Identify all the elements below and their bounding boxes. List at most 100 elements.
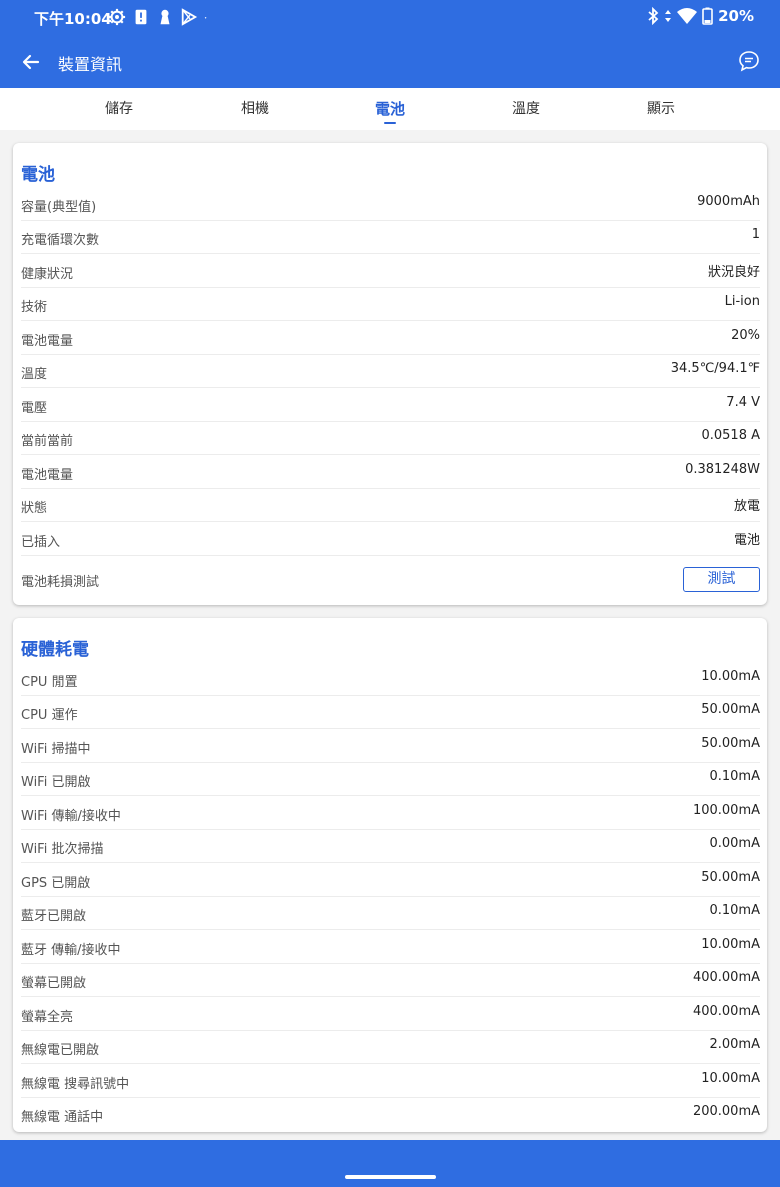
row-label: 充電循環次數 xyxy=(21,233,100,248)
battery-row-level: 電池電量 20% xyxy=(21,322,760,355)
row-label: 電壓 xyxy=(21,401,48,416)
battery-row-voltage: 電壓 7.4 V xyxy=(21,389,760,422)
status-bar: 下午10:04 20% xyxy=(0,0,780,36)
notification-icons xyxy=(108,7,212,27)
row-value: 0.381248W xyxy=(685,462,760,477)
data-activity-icon xyxy=(665,10,672,22)
row-label: 當前當前 xyxy=(21,434,74,449)
settings-gear-icon xyxy=(108,8,126,26)
tab-storage[interactable]: 儲存 xyxy=(105,88,133,130)
battery-row-wear-test: 電池耗損測試 測試 xyxy=(21,563,760,596)
row-value: 400.00mA xyxy=(692,970,760,985)
row-value: 0.0518 A xyxy=(701,428,760,443)
row-value: 放電 xyxy=(733,499,760,514)
row-label: 藍牙已開啟 xyxy=(21,909,87,924)
row-label: 已插入 xyxy=(21,535,61,550)
row-value: 9000mAh xyxy=(697,194,760,209)
row-value: 100.00mA xyxy=(692,803,760,818)
battery-test-button[interactable]: 測試 xyxy=(683,567,760,592)
row-value: 0.10mA xyxy=(709,903,760,918)
row-label: 螢幕全亮 xyxy=(21,1010,74,1025)
keyhole-icon xyxy=(160,9,170,25)
more-notifications-dot-icon xyxy=(204,17,207,19)
row-value: 10.00mA xyxy=(701,1071,760,1086)
hardware-row-wifi-transfer: WiFi 傳輸/接收中 100.00mA xyxy=(21,797,760,830)
row-label: 健康狀況 xyxy=(21,267,74,282)
row-value: 50.00mA xyxy=(701,702,760,717)
hardware-row-radio-on: 無線電已開啟 2.00mA xyxy=(21,1031,760,1064)
battery-card: 電池 容量(典型值) 9000mAh 充電循環次數 1 健康狀況 狀況良好 技術… xyxy=(13,143,767,605)
hardware-row-cpu-active: CPU 運作 50.00mA xyxy=(21,696,760,729)
row-label: 無線電 搜尋訊號中 xyxy=(21,1077,130,1092)
hardware-power-card: 硬體耗電 CPU 閒置 10.00mA CPU 運作 50.00mA WiFi … xyxy=(13,618,767,1132)
tab-bar: 儲存 相機 電池 溫度 顯示 xyxy=(0,88,780,130)
row-label: 無線電 通話中 xyxy=(21,1110,104,1125)
row-value: 400.00mA xyxy=(692,1004,760,1019)
bluetooth-icon xyxy=(648,7,659,25)
row-label: 電池耗損測試 xyxy=(21,575,100,590)
row-value: 34.5℃/94.1℉ xyxy=(670,361,760,376)
row-label: 容量(典型值) xyxy=(21,200,97,215)
row-label: WiFi 已開啟 xyxy=(21,775,91,790)
row-label: CPU 閒置 xyxy=(21,675,78,690)
row-value: 20% xyxy=(731,328,760,343)
active-tab-indicator xyxy=(384,122,396,124)
row-label: 藍牙 傳輸/接收中 xyxy=(21,943,121,958)
battery-row-capacity: 容量(典型值) 9000mAh xyxy=(21,188,760,221)
row-label: 溫度 xyxy=(21,367,48,382)
row-value: 10.00mA xyxy=(701,669,760,684)
battery-row-plugged: 已插入 電池 xyxy=(21,523,760,556)
battery-section-title: 電池 xyxy=(21,165,55,185)
hardware-row-wifi-on: WiFi 已開啟 0.10mA xyxy=(21,763,760,796)
battery-row-temperature: 溫度 34.5℃/94.1℉ xyxy=(21,355,760,388)
battery-percentage: 20% xyxy=(718,7,754,25)
battery-row-cycle-count: 充電循環次數 1 xyxy=(21,221,760,254)
row-label: 螢幕已開啟 xyxy=(21,976,87,991)
hardware-row-screen-full: 螢幕全亮 400.00mA xyxy=(21,998,760,1031)
row-label: WiFi 傳輸/接收中 xyxy=(21,809,121,824)
battery-row-current: 當前當前 0.0518 A xyxy=(21,422,760,455)
battery-row-technology: 技術 Li-ion xyxy=(21,288,760,321)
tab-camera[interactable]: 相機 xyxy=(241,88,269,130)
row-value: 2.00mA xyxy=(709,1037,760,1052)
feedback-chat-icon[interactable] xyxy=(738,50,760,72)
app-bar: 裝置資訊 xyxy=(0,36,780,88)
row-label: GPS 已開啟 xyxy=(21,876,91,891)
hardware-row-cpu-idle: CPU 閒置 10.00mA xyxy=(21,663,760,696)
alert-icon xyxy=(135,9,147,25)
wifi-icon xyxy=(677,8,698,24)
hardware-row-gps-on: GPS 已開啟 50.00mA xyxy=(21,864,760,897)
hardware-row-radio-scanning: 無線電 搜尋訊號中 10.00mA xyxy=(21,1065,760,1098)
row-value: 50.00mA xyxy=(701,736,760,751)
hardware-row-wifi-batch-scan: WiFi 批次掃描 0.00mA xyxy=(21,830,760,863)
row-label: 電池電量 xyxy=(21,334,74,349)
play-store-icon xyxy=(181,8,198,26)
row-label: 無線電已開啟 xyxy=(21,1043,100,1058)
row-value: Li-ion xyxy=(724,294,760,309)
hardware-row-wifi-scan: WiFi 掃描中 50.00mA xyxy=(21,730,760,763)
battery-row-health: 健康狀況 狀況良好 xyxy=(21,255,760,288)
row-label: 狀態 xyxy=(21,501,48,516)
battery-row-status: 狀態 放電 xyxy=(21,489,760,522)
row-label: 電池電量 xyxy=(21,468,74,483)
row-label: WiFi 批次掃描 xyxy=(21,842,104,857)
status-time: 下午10:04 xyxy=(34,10,112,28)
tab-display[interactable]: 顯示 xyxy=(647,88,675,130)
row-value: 10.00mA xyxy=(701,937,760,952)
row-label: WiFi 掃描中 xyxy=(21,742,91,757)
row-value: 狀況良好 xyxy=(707,265,760,280)
hardware-row-bluetooth-on: 藍牙已開啟 0.10mA xyxy=(21,897,760,930)
navigation-bar xyxy=(0,1140,780,1187)
system-status-icons: 20% xyxy=(647,7,754,25)
row-value: 0.10mA xyxy=(709,769,760,784)
hardware-row-screen-on: 螢幕已開啟 400.00mA xyxy=(21,964,760,997)
back-arrow-icon[interactable] xyxy=(18,49,44,75)
tab-temperature[interactable]: 溫度 xyxy=(512,88,540,130)
row-value: 7.4 V xyxy=(726,395,760,410)
hardware-row-radio-call: 無線電 通話中 200.00mA xyxy=(21,1098,760,1131)
row-label: 技術 xyxy=(21,300,48,315)
row-value: 50.00mA xyxy=(701,870,760,885)
gesture-handle[interactable] xyxy=(345,1175,436,1179)
battery-icon xyxy=(702,7,713,25)
row-label: CPU 運作 xyxy=(21,708,78,723)
